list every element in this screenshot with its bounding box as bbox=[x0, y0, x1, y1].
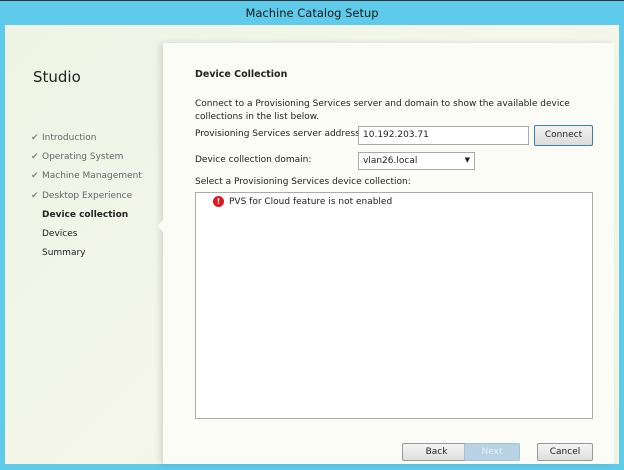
window-title: Machine Catalog Setup bbox=[0, 0, 624, 25]
domain-value: vlan26.local bbox=[363, 156, 418, 166]
step-devices: Devices bbox=[42, 229, 78, 240]
cancel-button[interactable]: Cancel bbox=[537, 443, 593, 461]
description: Connect to a Provisioning Services serve… bbox=[195, 99, 570, 122]
error-message: PVS for Cloud feature is not enabled bbox=[229, 196, 393, 207]
brand-title: Studio bbox=[33, 68, 81, 86]
step-label: Operating System bbox=[42, 151, 124, 162]
step-operating-system[interactable]: ✔ Operating System bbox=[31, 147, 142, 166]
active-step-pointer bbox=[157, 220, 163, 232]
error-icon: ! bbox=[213, 196, 224, 207]
page-title: Device Collection bbox=[195, 69, 288, 80]
device-collection-list[interactable]: ! PVS for Cloud feature is not enabled bbox=[195, 192, 593, 419]
wizard-steps: ✔ Introduction ✔ Operating System ✔ Machine… bbox=[31, 128, 142, 263]
step-summary: Summary bbox=[42, 248, 86, 259]
content-panel: Device Collection Connect to a Provision… bbox=[157, 43, 614, 464]
step-introduction[interactable]: ✔ Introduction bbox=[31, 128, 142, 147]
step-label: Introduction bbox=[42, 132, 97, 143]
domain-select[interactable]: vlan26.local ▼ bbox=[358, 152, 475, 170]
step-device-collection: Device collection bbox=[42, 209, 129, 220]
next-button[interactable]: Next bbox=[464, 443, 520, 461]
check-icon: ✔ bbox=[31, 132, 39, 143]
step-label: Desktop Experience bbox=[42, 190, 133, 201]
chevron-down-icon: ▼ bbox=[464, 156, 470, 164]
step-machine-management[interactable]: ✔ Machine Management bbox=[31, 167, 142, 186]
server-address-input[interactable]: 10.192.203.71 bbox=[358, 126, 529, 145]
domain-label: Device collection domain: bbox=[195, 155, 312, 165]
check-icon: ✔ bbox=[31, 171, 39, 182]
check-icon: ✔ bbox=[31, 190, 39, 201]
step-desktop-experience[interactable]: ✔ Desktop Experience bbox=[31, 186, 142, 205]
connect-button[interactable]: Connect bbox=[534, 125, 593, 146]
collection-list-label: Select a Provisioning Services device co… bbox=[195, 177, 411, 187]
check-icon: ✔ bbox=[31, 151, 39, 162]
error-item: ! PVS for Cloud feature is not enabled bbox=[213, 196, 392, 207]
back-button[interactable]: Back bbox=[402, 443, 471, 461]
wizard-body: Studio ✔ Introduction ✔ Operating System ✔… bbox=[5, 25, 619, 464]
server-address-label: Provisioning Services server address: bbox=[195, 129, 363, 139]
step-label: Machine Management bbox=[42, 171, 142, 182]
